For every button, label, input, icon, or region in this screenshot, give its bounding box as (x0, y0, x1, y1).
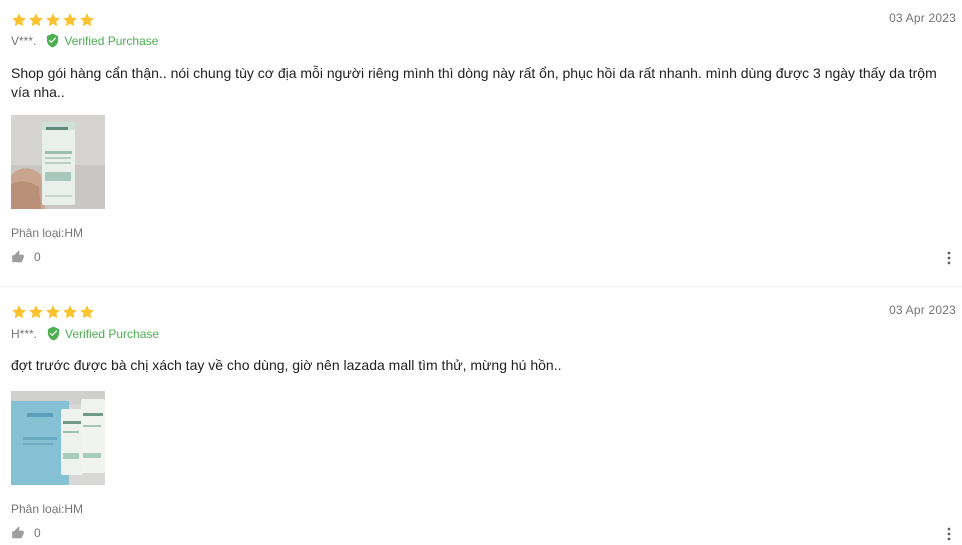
verified-badge: Verified Purchase (46, 326, 159, 341)
review-text: đợt trước được bà chị xách tay về cho dù… (11, 357, 562, 373)
like-section: 0 (11, 250, 41, 264)
verified-shield-icon (46, 326, 65, 341)
star-icon (62, 12, 78, 28)
star-rating (11, 12, 95, 28)
review-item: 03 Apr 2023 H***. Verified Purchase đợt … (0, 292, 962, 545)
review-photo[interactable] (11, 115, 105, 209)
like-section: 0 (11, 526, 41, 540)
review-text: Shop gói hàng cẩn thận.. nói chung tùy c… (11, 65, 937, 100)
like-count: 0 (34, 250, 41, 264)
review-divider (0, 286, 962, 287)
star-icon (45, 12, 61, 28)
reviewer-name: H***. (11, 326, 38, 341)
thumbs-up-icon[interactable] (11, 526, 34, 540)
verified-badge: Verified Purchase (45, 33, 158, 48)
review-meta: V***. Verified Purchase (11, 33, 158, 48)
star-icon (28, 304, 44, 320)
star-icon (28, 12, 44, 28)
star-icon (45, 304, 61, 320)
star-icon (62, 304, 78, 320)
review-item: 03 Apr 2023 V***. Verified Purchase Shop… (0, 0, 962, 287)
like-count: 0 (34, 526, 41, 540)
star-icon (79, 12, 95, 28)
verified-shield-icon (45, 33, 64, 48)
verified-label: Verified Purchase (65, 326, 160, 341)
more-options-icon[interactable] (946, 527, 952, 541)
review-date: 03 Apr 2023 (889, 11, 956, 25)
more-options-icon[interactable] (946, 251, 952, 265)
verified-label: Verified Purchase (64, 33, 159, 48)
variant-label: Phân loại:HM (11, 226, 84, 240)
star-icon (11, 304, 27, 320)
thumbs-up-icon[interactable] (11, 250, 34, 264)
star-icon (79, 304, 95, 320)
reviewer-name: V***. (11, 33, 37, 48)
star-rating (11, 304, 95, 320)
review-photo[interactable] (11, 391, 105, 485)
review-date: 03 Apr 2023 (889, 303, 956, 317)
review-meta: H***. Verified Purchase (11, 326, 159, 341)
variant-label: Phân loại:HM (11, 502, 84, 516)
star-icon (11, 12, 27, 28)
